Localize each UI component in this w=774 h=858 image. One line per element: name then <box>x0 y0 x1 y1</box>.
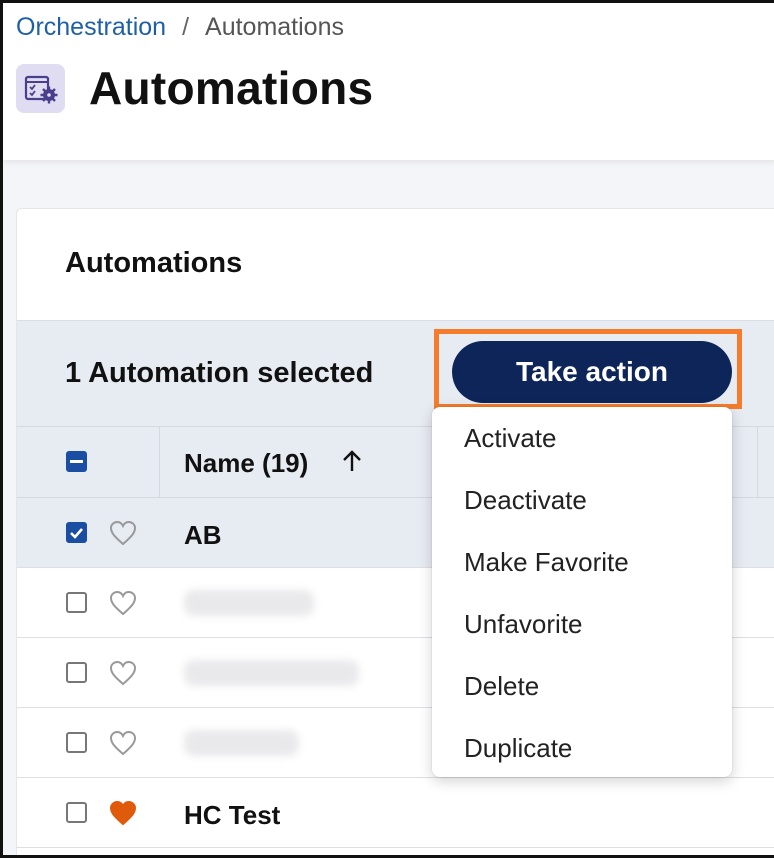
menu-item-delete[interactable]: Delete <box>432 655 732 717</box>
page-title: Automations <box>89 62 374 114</box>
favorite-heart-icon[interactable] <box>109 520 137 546</box>
favorite-heart-icon[interactable] <box>109 590 137 616</box>
blurred-automation-name <box>184 590 314 616</box>
sort-ascending-icon[interactable] <box>341 449 363 478</box>
menu-item-activate[interactable]: Activate <box>432 407 732 469</box>
favorite-heart-filled-icon[interactable] <box>109 800 137 826</box>
column-divider <box>159 427 160 499</box>
take-action-button[interactable]: Take action <box>452 341 732 403</box>
menu-item-duplicate[interactable]: Duplicate <box>432 717 732 779</box>
column-header-name[interactable]: Name (19) <box>184 448 308 479</box>
breadcrumb-orchestration-link[interactable]: Orchestration <box>16 13 166 42</box>
select-all-checkbox[interactable] <box>66 451 87 472</box>
breadcrumb-current: Automations <box>205 13 344 41</box>
menu-item-unfavorite[interactable]: Unfavorite <box>432 593 732 655</box>
table-row[interactable]: HC Test <box>17 778 774 848</box>
row-checkbox[interactable] <box>66 662 87 683</box>
automation-settings-icon <box>16 64 65 113</box>
breadcrumb-separator: / <box>182 13 190 41</box>
favorite-heart-icon[interactable] <box>109 730 137 756</box>
favorite-heart-icon[interactable] <box>109 660 137 686</box>
row-checkbox[interactable] <box>66 522 87 543</box>
row-checkbox[interactable] <box>66 732 87 753</box>
row-checkbox[interactable] <box>66 802 87 823</box>
automation-name[interactable]: HC Test <box>184 800 280 831</box>
blurred-automation-name <box>184 730 299 756</box>
selection-count: 1 Automation selected <box>65 357 374 389</box>
automation-name[interactable]: AB <box>184 520 222 551</box>
card-title: Automations <box>65 247 243 279</box>
menu-item-deactivate[interactable]: Deactivate <box>432 469 732 531</box>
row-checkbox[interactable] <box>66 592 87 613</box>
blurred-automation-name <box>184 660 359 686</box>
app-frame: Orchestration / Automations Automations … <box>0 0 774 858</box>
page-header: Orchestration / Automations Automations <box>3 3 774 160</box>
take-action-menu: Activate Deactivate Make Favorite Unfavo… <box>432 407 732 777</box>
breadcrumb: Orchestration / Automations <box>16 13 344 42</box>
column-divider <box>757 427 758 499</box>
menu-item-make-favorite[interactable]: Make Favorite <box>432 531 732 593</box>
